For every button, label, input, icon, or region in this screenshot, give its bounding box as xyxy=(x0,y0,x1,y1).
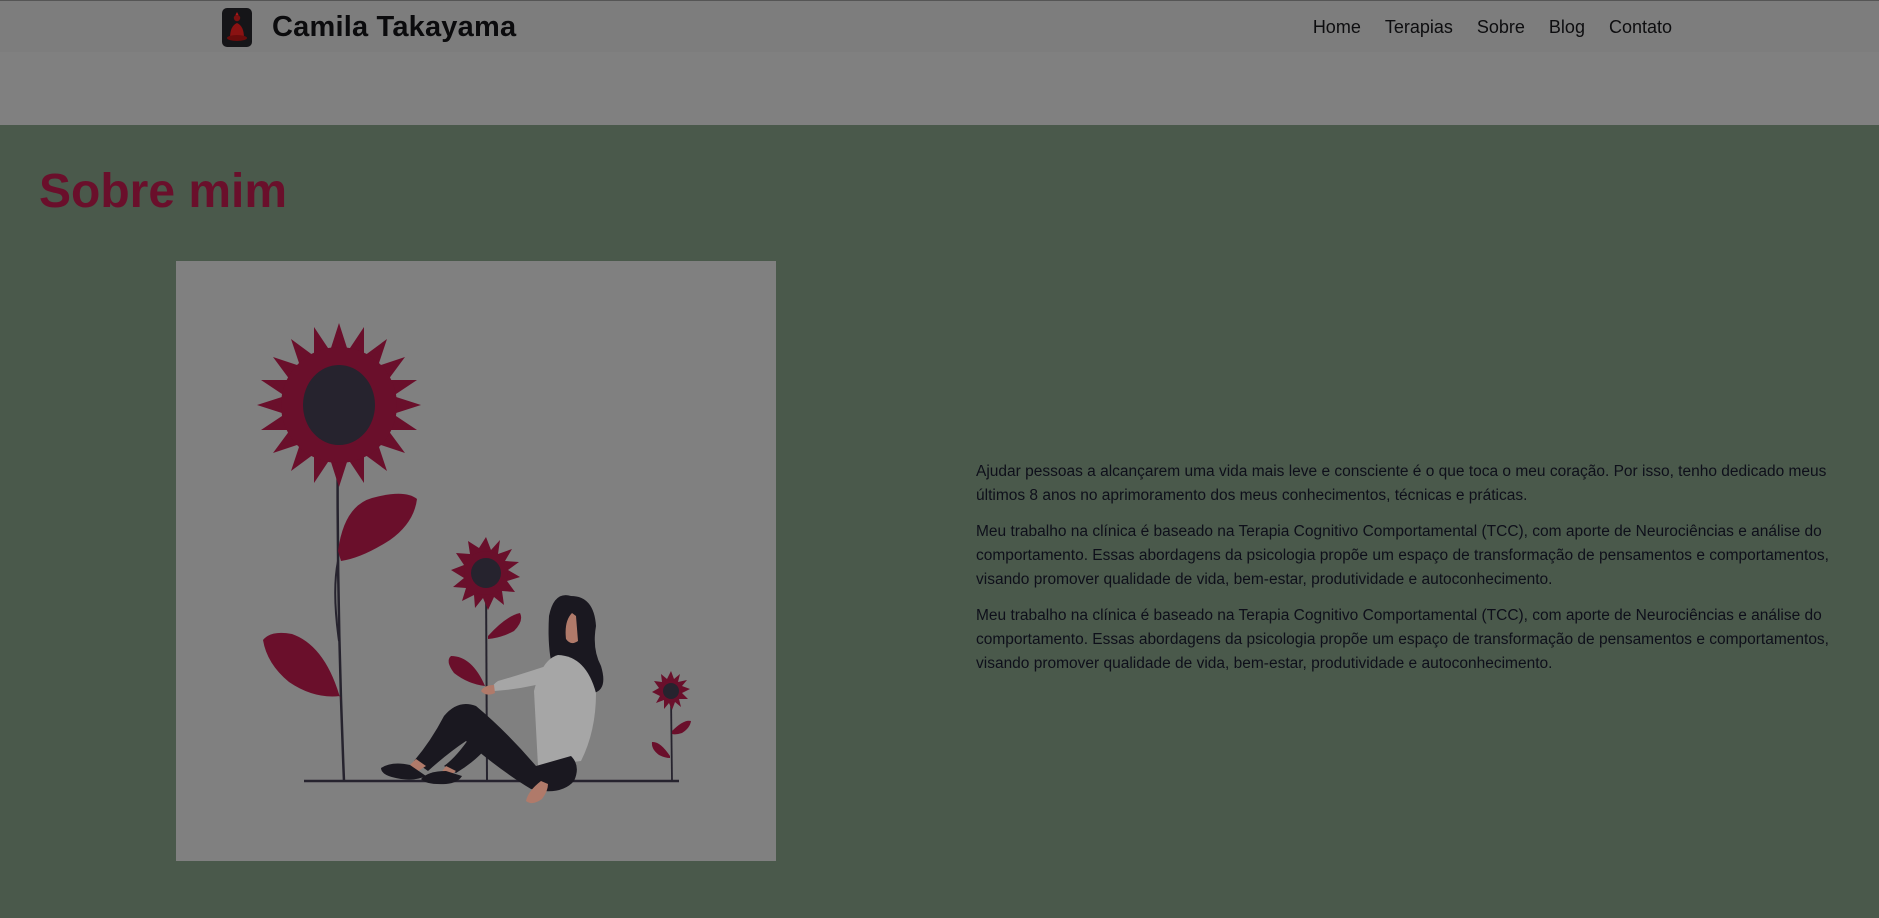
about-paragraph: Meu trabalho na clínica é baseado na Ter… xyxy=(976,523,1829,588)
header-spacer-band xyxy=(0,52,1879,125)
main-nav: Home Terapias Sobre Blog Contato xyxy=(1313,17,1672,38)
nav-terapias[interactable]: Terapias xyxy=(1385,17,1453,38)
nav-blog[interactable]: Blog xyxy=(1549,17,1585,38)
about-paragraph: Ajudar pessoas a alcançarem uma vida mai… xyxy=(976,463,1827,504)
buddha-logo-icon[interactable] xyxy=(222,8,252,47)
brand-name[interactable]: Camila Takayama xyxy=(272,11,516,44)
nav-sobre[interactable]: Sobre xyxy=(1477,17,1525,38)
woman-with-sunflowers-illustration xyxy=(176,261,776,861)
nav-home[interactable]: Home xyxy=(1313,17,1361,38)
about-title: Sobre mim xyxy=(39,165,288,218)
top-navbar: Camila Takayama Home Terapias Sobre Blog… xyxy=(0,0,1879,52)
about-text: Ajudar pessoas a alcançarem uma vida mai… xyxy=(976,460,1861,688)
about-paragraph: Meu trabalho na clínica é baseado na Ter… xyxy=(976,607,1829,672)
nav-contato[interactable]: Contato xyxy=(1609,17,1672,38)
